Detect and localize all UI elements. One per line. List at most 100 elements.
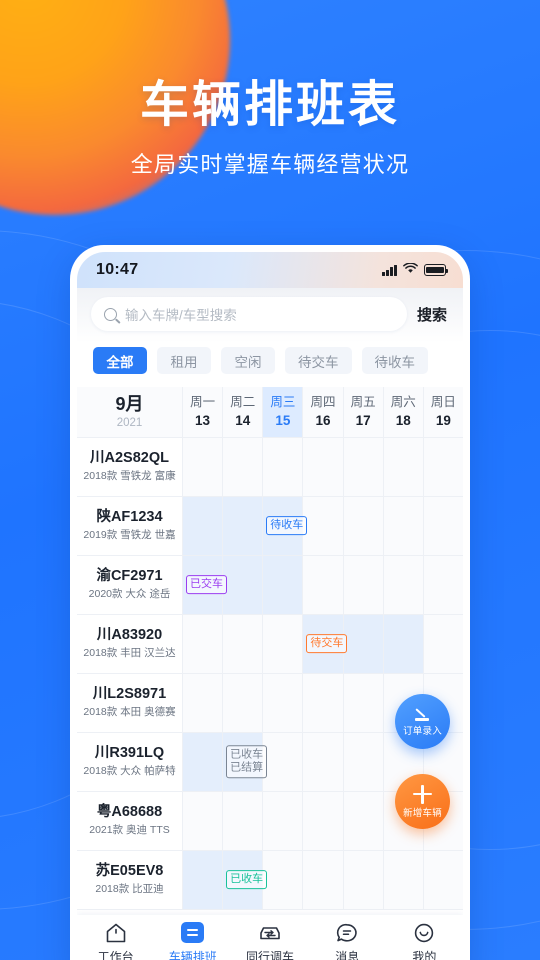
schedule-cell[interactable] [223, 437, 264, 496]
schedule-cell[interactable] [423, 555, 463, 614]
schedule-cell[interactable] [263, 791, 304, 850]
schedule-cell[interactable]: 已收车 [223, 850, 268, 909]
schedule-cell[interactable] [263, 732, 304, 791]
schedule-cell[interactable] [343, 791, 384, 850]
schedule-cell[interactable] [183, 673, 224, 732]
schedule-cell[interactable] [223, 496, 264, 555]
status-badge[interactable]: 已收车 已结算 [226, 744, 268, 779]
calendar-day-header-0[interactable]: 周一 13 [183, 387, 224, 437]
schedule-cell[interactable] [383, 850, 424, 909]
schedule-cell[interactable] [303, 496, 344, 555]
status-badge[interactable]: 待收车 [266, 515, 308, 536]
schedule-cell[interactable] [303, 673, 344, 732]
schedule-cell[interactable] [343, 555, 384, 614]
calendar-day-header-4[interactable]: 周五 17 [344, 387, 384, 437]
schedule-cell[interactable]: 已收车 已结算 [223, 732, 268, 791]
schedule-cell[interactable] [423, 437, 463, 496]
calendar-day-header-1[interactable]: 周二 14 [223, 387, 264, 437]
calendar-day-header-3[interactable]: 周四 16 [303, 387, 344, 437]
schedule-cell[interactable] [183, 850, 224, 909]
calendar-day-header-2[interactable]: 周三 15 [263, 387, 304, 437]
schedule-cell[interactable] [343, 673, 384, 732]
vehicle-info-cell[interactable]: 川L2S8971 2018款 本田 奥德赛 [77, 673, 183, 732]
schedule-cell[interactable] [423, 850, 463, 909]
schedule-cell[interactable] [263, 850, 304, 909]
vehicle-info-cell[interactable]: 渝CF2971 2020款 大众 途岳 [77, 555, 183, 614]
schedule-cell[interactable] [303, 437, 344, 496]
schedule-cell[interactable] [383, 437, 424, 496]
schedule-cell[interactable] [383, 555, 424, 614]
schedule-cell[interactable] [423, 614, 463, 673]
table-row[interactable]: 渝CF2971 2020款 大众 途岳 已交车 [77, 555, 463, 615]
vehicle-model: 2018款 本田 奥德赛 [83, 705, 176, 718]
schedule-cell[interactable] [223, 614, 264, 673]
schedule-cell[interactable] [223, 791, 264, 850]
status-badge[interactable]: 已交车 [186, 574, 227, 595]
tab-工作台[interactable]: 工作台 [77, 922, 154, 960]
schedule-cell[interactable] [223, 673, 264, 732]
search-input[interactable]: 输入车牌/车型搜索 [91, 297, 407, 331]
schedule-cell[interactable] [303, 791, 344, 850]
schedule-cell[interactable] [263, 555, 304, 614]
table-row[interactable]: 川A83920 2018款 丰田 汉兰达 待交车 [77, 614, 463, 674]
schedule-cell[interactable] [183, 732, 224, 791]
page-title: 车辆排班表 [139, 78, 400, 132]
schedule-cell[interactable]: 待交车 [303, 614, 348, 673]
vehicle-info-cell[interactable]: 川A2S82QL 2018款 雪铁龙 富康 [77, 437, 183, 496]
schedule-cell[interactable]: 待收车 [263, 496, 308, 555]
vehicle-info-cell[interactable]: 苏E05EV8 2018款 比亚迪 [77, 850, 183, 909]
schedule-cell[interactable] [383, 496, 424, 555]
schedule-cell[interactable] [263, 437, 304, 496]
calendar-day-header-6[interactable]: 周日 19 [424, 387, 463, 437]
vehicle-info-cell[interactable]: 川A83920 2018款 丰田 汉兰达 [77, 614, 183, 673]
schedule-cell[interactable] [303, 850, 344, 909]
schedule-cell[interactable] [383, 614, 424, 673]
search-button[interactable]: 搜索 [417, 304, 449, 325]
vehicle-info-cell[interactable]: 川R391LQ 2018款 大众 帕萨特 [77, 732, 183, 791]
status-badge-line: 待交车 [310, 636, 344, 649]
order-entry-fab[interactable]: 订单录入 [395, 694, 450, 749]
schedule-cell[interactable] [183, 614, 224, 673]
filter-chip-4[interactable]: 待收车 [361, 347, 428, 374]
schedule-cell[interactable] [223, 555, 264, 614]
vehicle-info-cell[interactable]: 粤A68688 2021款 奥迪 TTS [77, 791, 183, 850]
hero-section: 车辆排班表 全局实时掌握车辆经营状况 [0, 78, 540, 179]
month-label: 9月 [115, 394, 144, 415]
schedule-cell[interactable] [343, 614, 384, 673]
tab-同行调车[interactable]: 同行调车 [231, 922, 308, 960]
tab-车辆排班[interactable]: 车辆排班 [154, 922, 231, 960]
filter-chip-2[interactable]: 空闲 [221, 347, 275, 374]
table-row[interactable]: 陕AF1234 2019款 雪铁龙 世嘉 待收车 [77, 496, 463, 556]
vehicle-plate: 川A83920 [96, 626, 163, 643]
schedule-cell[interactable] [263, 614, 304, 673]
schedule-cell[interactable] [343, 850, 384, 909]
filter-chip-3[interactable]: 待交车 [285, 347, 352, 374]
vehicle-info-cell[interactable]: 陕AF1234 2019款 雪铁龙 世嘉 [77, 496, 183, 555]
schedule-cell[interactable] [343, 732, 384, 791]
filter-chip-1[interactable]: 租用 [157, 347, 211, 374]
schedule-cell[interactable] [303, 732, 344, 791]
schedule-cell[interactable] [183, 437, 224, 496]
tab-我的[interactable]: 我的 [386, 922, 463, 960]
add-vehicle-fab[interactable]: 新增车辆 [395, 774, 450, 829]
month-cell[interactable]: 9月 2021 [77, 387, 183, 437]
page-subtitle: 全局实时掌握车辆经营状况 [130, 151, 410, 177]
schedule-cell[interactable]: 已交车 [183, 555, 227, 614]
schedule-cell[interactable] [183, 791, 224, 850]
year-label: 2021 [116, 417, 143, 430]
table-row[interactable]: 苏E05EV8 2018款 比亚迪 已收车 [77, 850, 463, 910]
schedule-cell[interactable] [183, 496, 224, 555]
vehicle-model: 2018款 雪铁龙 富康 [83, 469, 176, 482]
schedule-cell[interactable] [423, 496, 463, 555]
status-badge[interactable]: 已收车 [226, 869, 268, 890]
schedule-cell[interactable] [263, 673, 304, 732]
schedule-cell[interactable] [343, 496, 384, 555]
schedule-cell[interactable] [303, 555, 344, 614]
status-badge[interactable]: 待交车 [306, 633, 348, 654]
filter-chip-0[interactable]: 全部 [93, 347, 147, 374]
calendar-day-header-5[interactable]: 周六 18 [384, 387, 424, 437]
schedule-cell[interactable] [343, 437, 384, 496]
tab-消息[interactable]: 消息 [309, 922, 386, 960]
status-badge-line: 已结算 [230, 761, 264, 774]
table-row[interactable]: 川A2S82QL 2018款 雪铁龙 富康 [77, 437, 463, 497]
